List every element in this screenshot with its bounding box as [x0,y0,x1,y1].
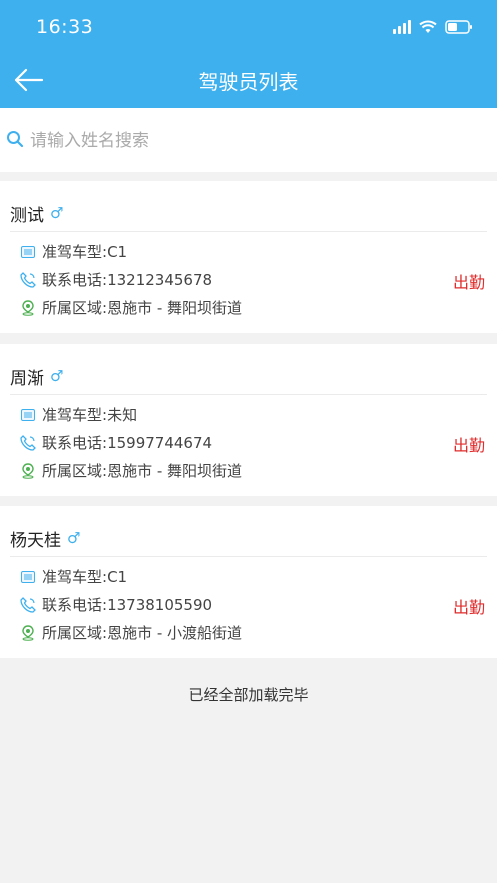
male-icon: ♂ [67,529,81,547]
status-icons [393,20,473,34]
license-card-icon [20,569,36,585]
load-complete-text: 已经全部加载完毕 [188,686,309,704]
driver-card[interactable]: 周渐 ♂ 准驾车型: 未知 联系电话: 15997744674 所属区域: 恩施… [0,344,497,496]
phone-label: 联系电话: [42,434,108,452]
license-value: C1 [107,242,128,261]
nav-bar: 驾驶员列表 [0,56,497,108]
phone-row: 联系电话: 13738105590 [20,594,212,615]
area-row: 所属区域: 恩施市 - 舞阳坝街道 [20,297,242,318]
phone-icon [20,596,36,613]
search-input[interactable] [28,124,472,158]
license-row: 准驾车型: C1 [20,566,127,587]
license-row: 准驾车型: C1 [20,241,127,262]
phone-row: 联系电话: 13212345678 [20,269,212,290]
area-row: 所属区域: 恩施市 - 舞阳坝街道 [20,460,242,481]
license-value: 未知 [107,406,138,424]
divider [10,394,487,395]
license-card-icon [20,244,36,260]
wifi-icon [419,20,437,34]
phone-row: 联系电话: 15997744674 [20,432,212,453]
status-bar: 16:33 [0,0,497,56]
phone-label: 联系电话: [42,271,108,289]
status-time: 16:33 [36,16,94,38]
area-label: 所属区域: [42,299,108,317]
search-bar [0,108,497,172]
driver-name: 杨天桂 [10,531,61,551]
driver-card[interactable]: 测试 ♂ 准驾车型: C1 联系电话: 13212345678 所属区域: 恩施… [0,181,497,333]
driver-name-row: 测试 ♂ [10,201,64,227]
divider [10,556,487,557]
attendance-status-button[interactable]: 出勤 [453,594,485,618]
license-card-icon [20,407,36,423]
attendance-status-button[interactable]: 出勤 [453,432,485,456]
phone-value: 13212345678 [107,270,213,289]
driver-name: 周渐 [10,369,44,389]
area-value: 恩施市 - 小渡船街道 [107,624,243,642]
driver-name-row: 杨天桂 ♂ [10,526,81,552]
search-icon [7,131,24,148]
driver-card[interactable]: 杨天桂 ♂ 准驾车型: C1 联系电话: 13738105590 所属区域: 恩… [0,506,497,658]
page-title: 驾驶员列表 [198,70,299,94]
phone-label: 联系电话: [42,596,108,614]
male-icon: ♂ [50,204,64,222]
license-label: 准驾车型: [42,568,108,586]
phone-icon [20,434,36,451]
license-label: 准驾车型: [42,406,108,424]
phone-icon [20,271,36,288]
license-label: 准驾车型: [42,243,108,261]
driver-name-row: 周渐 ♂ [10,364,64,390]
license-row: 准驾车型: 未知 [20,404,137,425]
location-pin-icon [20,624,36,641]
signal-icon [393,20,411,34]
area-row: 所属区域: 恩施市 - 小渡船街道 [20,622,242,643]
phone-value: 15997744674 [107,433,213,452]
app-header: 16:33 驾驶员列表 [0,0,497,108]
phone-value: 13738105590 [107,595,213,614]
male-icon: ♂ [50,367,64,385]
divider [10,231,487,232]
area-label: 所属区域: [42,624,108,642]
location-pin-icon [20,299,36,316]
area-value: 恩施市 - 舞阳坝街道 [107,462,243,480]
battery-icon [445,20,473,34]
license-value: C1 [107,567,128,586]
location-pin-icon [20,462,36,479]
attendance-status-button[interactable]: 出勤 [453,269,485,293]
area-value: 恩施市 - 舞阳坝街道 [107,299,243,317]
area-label: 所属区域: [42,462,108,480]
driver-name: 测试 [10,206,44,226]
